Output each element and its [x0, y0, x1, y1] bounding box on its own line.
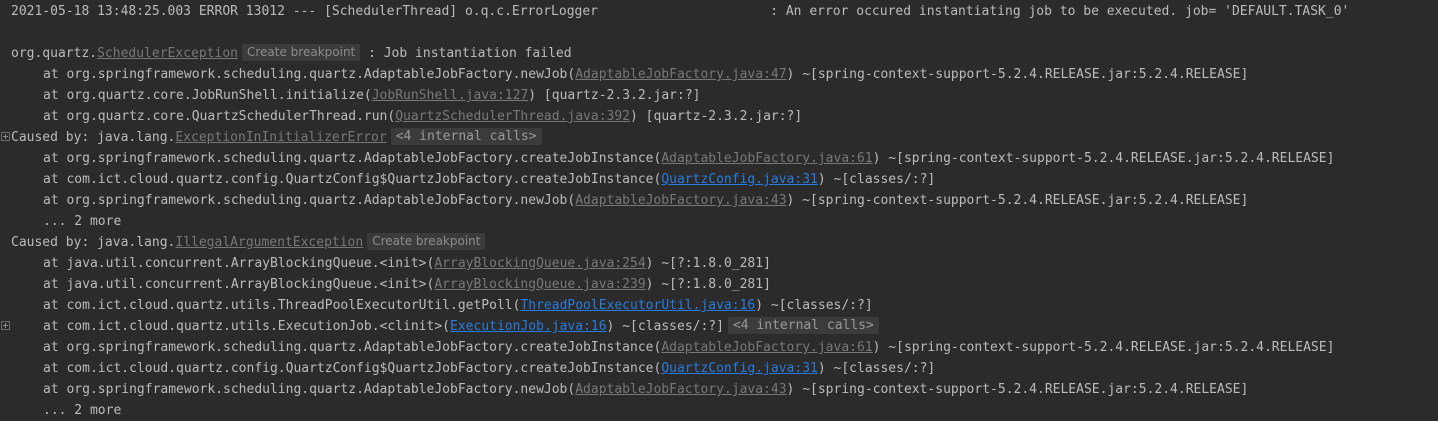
stack-frame: at java.util.concurrent.ArrayBlockingQue… [0, 274, 1438, 295]
internal-calls-toggle[interactable]: <4 internal calls> [727, 317, 879, 334]
stack-frame: at com.ict.cloud.quartz.config.QuartzCon… [0, 358, 1438, 379]
stack-frame: at org.springframework.scheduling.quartz… [0, 148, 1438, 169]
frame-prefix: at com.ict.cloud.quartz.config.QuartzCon… [43, 361, 662, 376]
frame-prefix: at java.util.concurrent.ArrayBlockingQue… [43, 277, 435, 292]
frame-prefix: at org.springframework.scheduling.quartz… [43, 340, 662, 355]
frame-suffix: ) [quartz-2.3.2.jar:?] [528, 88, 701, 103]
fold-expand-icon[interactable] [1, 132, 10, 141]
frame-prefix: at com.ict.cloud.quartz.utils.ThreadPool… [43, 298, 521, 313]
frame-suffix: ) ~[spring-context-support-5.2.4.RELEASE… [786, 382, 1249, 397]
frame-suffix: ) ~[?:1.8.0_281] [645, 277, 771, 292]
exception-package: org.quartz. [11, 46, 98, 61]
caused-by-line: Caused by: java.lang.ExceptionInInitiali… [0, 127, 1438, 148]
stack-frame: at com.ict.cloud.quartz.utils.ExecutionJ… [0, 316, 1438, 337]
frame-prefix: at com.ict.cloud.quartz.utils.ExecutionJ… [43, 319, 450, 334]
caused-by-prefix: Caused by: java.lang. [11, 235, 176, 250]
frame-prefix: at com.ict.cloud.quartz.config.QuartzCon… [43, 172, 662, 187]
frame-suffix: ) ~[classes/:?] [755, 298, 873, 313]
frame-source-link[interactable]: ThreadPoolExecutorUtil.java:16 [520, 298, 755, 313]
frame-source-link[interactable]: ArrayBlockingQueue.java:239 [434, 277, 645, 292]
frame-source-link[interactable]: AdaptableJobFactory.java:43 [575, 193, 786, 208]
frame-prefix: at org.quartz.core.JobRunShell.initializ… [43, 88, 372, 103]
cause-class-link[interactable]: ExceptionInInitializerError [175, 130, 386, 145]
fold-expand-icon[interactable] [1, 321, 10, 330]
frame-suffix: ) ~[?:1.8.0_281] [645, 256, 771, 271]
frame-suffix: ) ~[spring-context-support-5.2.4.RELEASE… [786, 193, 1249, 208]
frame-prefix: at org.springframework.scheduling.quartz… [43, 193, 576, 208]
stack-frame: at com.ict.cloud.quartz.utils.ThreadPool… [0, 295, 1438, 316]
log-header-line: 2021-05-18 13:48:25.003 ERROR 13012 --- … [0, 1, 1438, 22]
frame-source-link[interactable]: AdaptableJobFactory.java:43 [575, 382, 786, 397]
stack-frame: at org.quartz.core.JobRunShell.initializ… [0, 85, 1438, 106]
exception-message: : Job instantiation failed [360, 46, 572, 61]
frame-suffix: ) ~[spring-context-support-5.2.4.RELEASE… [786, 67, 1249, 82]
frame-prefix: at org.quartz.core.QuartzSchedulerThread… [43, 109, 396, 124]
stack-frame: at org.springframework.scheduling.quartz… [0, 190, 1438, 211]
frame-source-link[interactable]: AdaptableJobFactory.java:61 [661, 151, 872, 166]
console-output: 2021-05-18 13:48:25.003 ERROR 13012 --- … [0, 1, 1438, 421]
cause-class-link[interactable]: IllegalArgumentException [175, 235, 363, 250]
stack-frame: at com.ict.cloud.quartz.config.QuartzCon… [0, 169, 1438, 190]
frame-source-link[interactable]: QuartzConfig.java:31 [661, 361, 818, 376]
caused-by-prefix: Caused by: java.lang. [11, 130, 176, 145]
caused-by-line: Caused by: java.lang.IllegalArgumentExce… [0, 232, 1438, 253]
frame-source-link[interactable]: ExecutionJob.java:16 [450, 319, 607, 334]
log-header-prefix: 2021-05-18 13:48:25.003 ERROR 13012 --- … [11, 4, 598, 19]
frame-suffix: ) [quartz-2.3.2.jar:?] [630, 109, 803, 124]
frame-suffix: ) ~[classes/:?] [817, 361, 936, 376]
frame-source-link[interactable]: JobRunShell.java:127 [372, 88, 529, 103]
more-frames-line: ... 2 more [43, 403, 122, 418]
frame-suffix: ) ~[classes/:?] [817, 172, 936, 187]
frame-suffix: ) ~[spring-context-support-5.2.4.RELEASE… [872, 340, 1335, 355]
exception-class-link[interactable]: SchedulerException [97, 46, 238, 61]
create-breakpoint-button[interactable]: Create breakpoint [367, 233, 486, 250]
stack-frame: at org.springframework.scheduling.quartz… [0, 379, 1438, 400]
frame-source-link[interactable]: AdaptableJobFactory.java:47 [575, 67, 786, 82]
stack-frame: at org.quartz.core.QuartzSchedulerThread… [0, 106, 1438, 127]
exception-line: org.quartz.SchedulerException Create brea… [0, 43, 1438, 64]
internal-calls-toggle[interactable]: <4 internal calls> [390, 128, 542, 145]
log-header-padding [598, 4, 770, 19]
frame-prefix: at org.springframework.scheduling.quartz… [43, 151, 662, 166]
stack-frame: at org.springframework.scheduling.quartz… [0, 64, 1438, 85]
frame-source-link[interactable]: ArrayBlockingQueue.java:254 [434, 256, 645, 271]
frame-suffix: ) ~[classes/:?] [606, 319, 724, 334]
stack-frame: at java.util.concurrent.ArrayBlockingQue… [0, 253, 1438, 274]
more-frames-line: ... 2 more [43, 214, 122, 229]
frame-source-link[interactable]: QuartzSchedulerThread.java:392 [395, 109, 630, 124]
frame-source-link[interactable]: QuartzConfig.java:31 [661, 172, 818, 187]
frame-prefix: at org.springframework.scheduling.quartz… [43, 382, 576, 397]
create-breakpoint-button[interactable]: Create breakpoint [241, 44, 361, 61]
frame-prefix: at org.springframework.scheduling.quartz… [43, 67, 576, 82]
frame-prefix: at java.util.concurrent.ArrayBlockingQue… [43, 256, 435, 271]
log-header-message: : An error occured instantiating job to … [770, 4, 1350, 19]
frame-suffix: ) ~[spring-context-support-5.2.4.RELEASE… [872, 151, 1335, 166]
frame-source-link[interactable]: AdaptableJobFactory.java:61 [661, 340, 872, 355]
stack-frame: at org.springframework.scheduling.quartz… [0, 337, 1438, 358]
